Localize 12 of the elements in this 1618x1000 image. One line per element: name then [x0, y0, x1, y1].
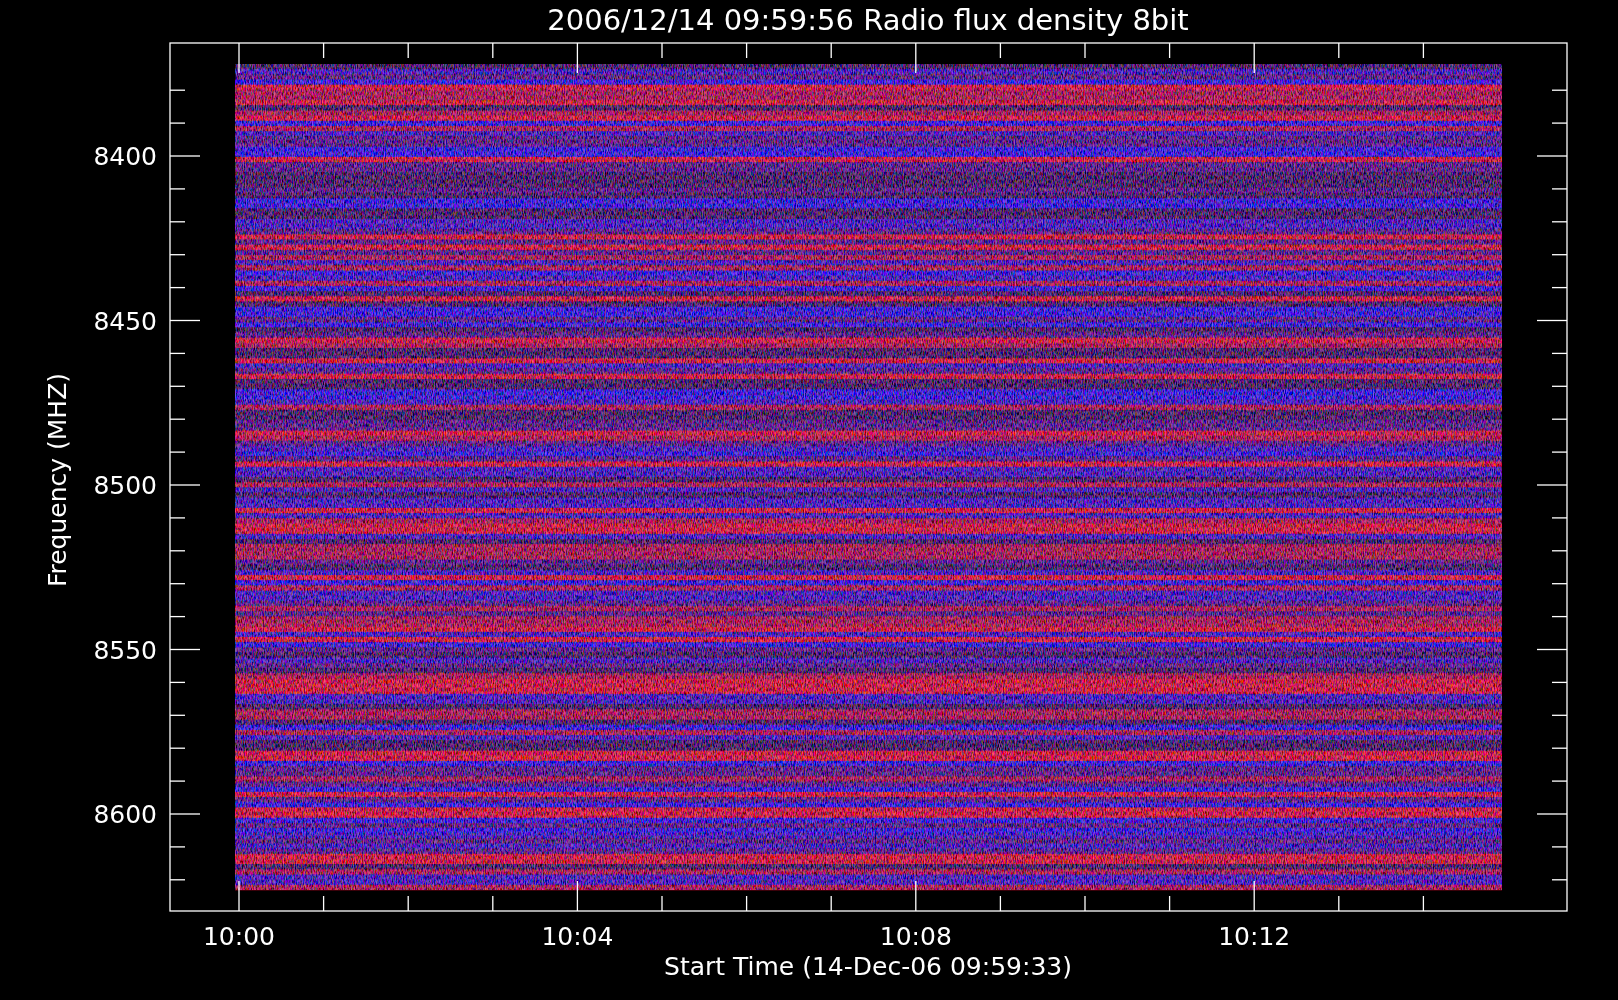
y-tick-label: 8450: [93, 306, 157, 336]
x-tick-label: 10:12: [1218, 922, 1291, 951]
plot-title: 2006/12/14 09:59:56 Radio flux density 8bit: [547, 3, 1189, 37]
y-tick-label: 8600: [93, 800, 157, 829]
y-tick-label: 8500: [93, 471, 157, 500]
y-axis-label: Frequency (MHZ): [43, 372, 72, 588]
x-tick-label: 10:08: [879, 922, 952, 951]
x-tick-label: 10:04: [541, 922, 614, 951]
y-tick-label: 8400: [93, 142, 157, 171]
y-tick-label: 8550: [93, 635, 157, 665]
x-tick-label: 10:00: [203, 922, 275, 951]
x-axis-label: Start Time (14-Dec-06 09:59:33): [664, 952, 1072, 981]
